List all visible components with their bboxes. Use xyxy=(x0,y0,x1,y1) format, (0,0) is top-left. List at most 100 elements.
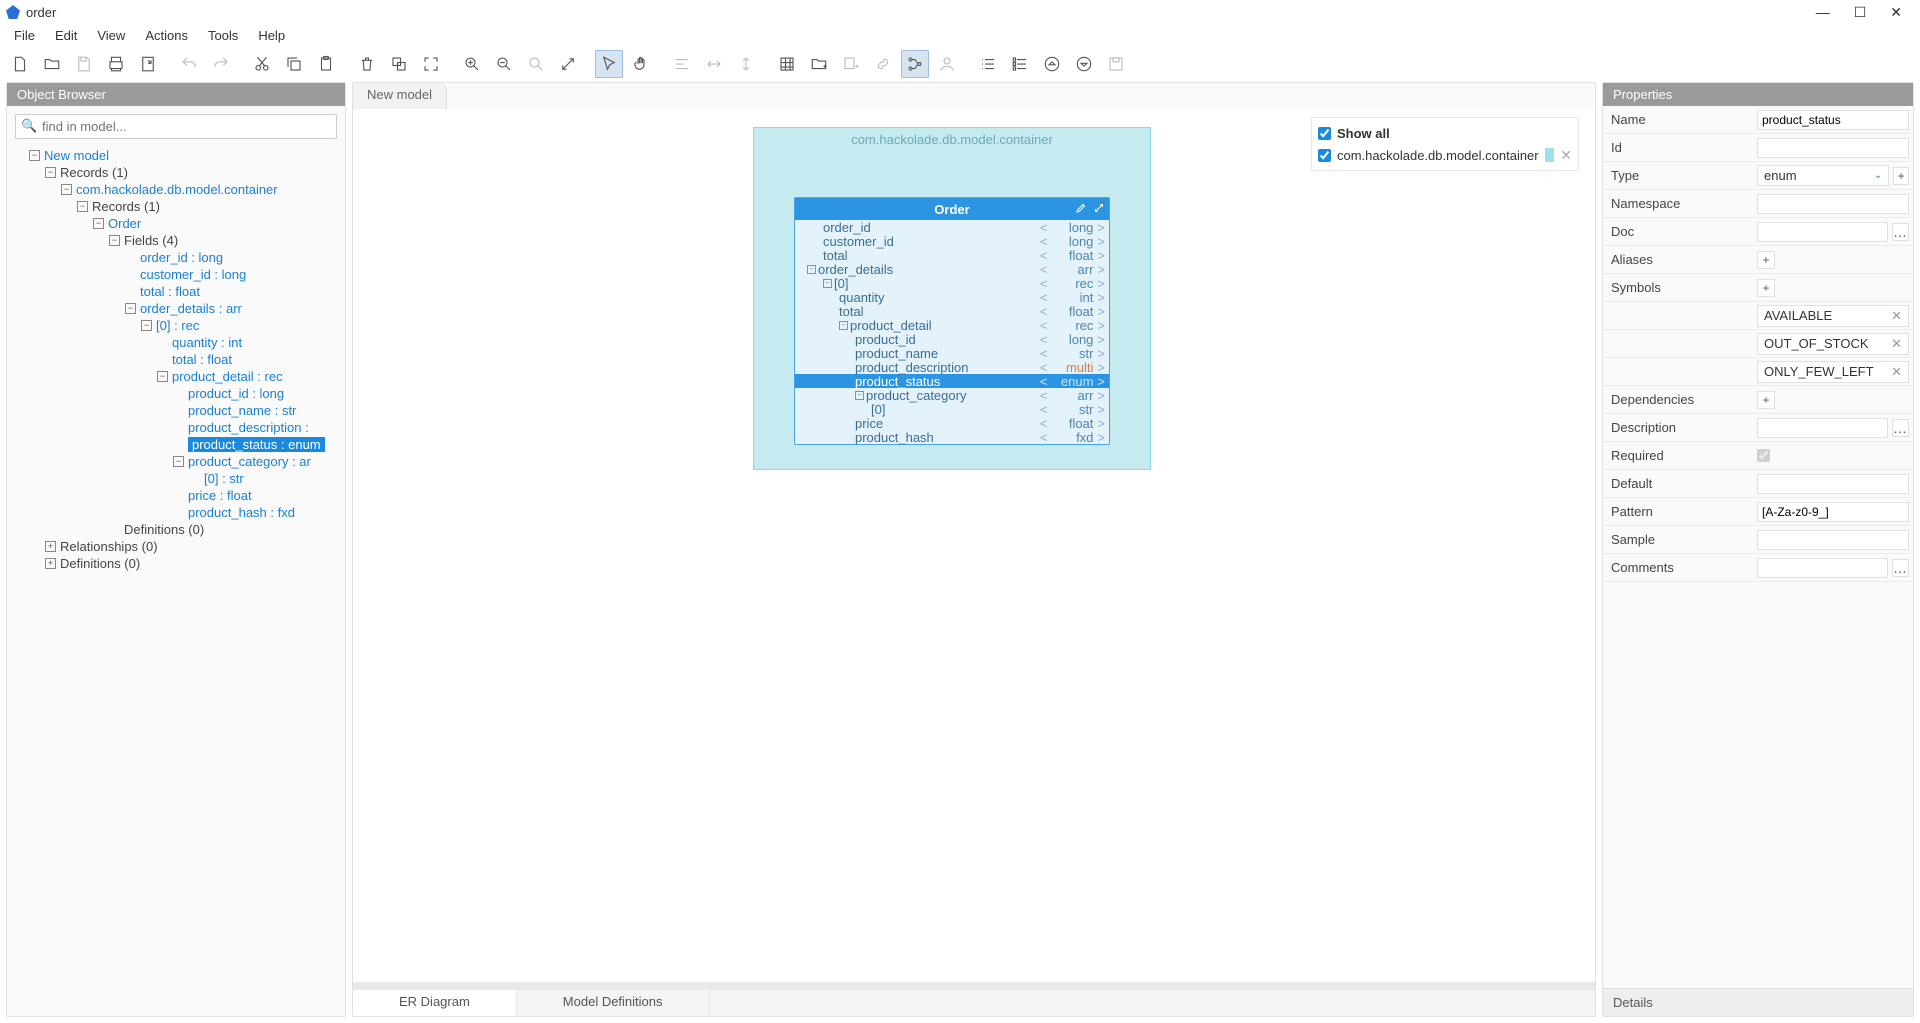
zoom-out-icon[interactable] xyxy=(490,50,518,78)
legend-remove-icon[interactable]: ✕ xyxy=(1560,147,1572,164)
tree-definitions[interactable]: Definitions (0) xyxy=(60,556,140,571)
entity-field-row[interactable]: total<float> xyxy=(795,248,1109,262)
entity-field-row[interactable]: −order_details<arr> xyxy=(795,262,1109,276)
tree-field[interactable]: order_id : long xyxy=(140,250,223,265)
legend-item-checkbox[interactable] xyxy=(1318,149,1331,162)
collapse-icon[interactable]: − xyxy=(855,391,864,400)
menu-view[interactable]: View xyxy=(87,26,135,45)
tree-toggle-icon[interactable]: − xyxy=(29,150,40,161)
tree-field[interactable]: order_details : arr xyxy=(140,301,242,316)
add-dependency-button[interactable]: + xyxy=(1757,391,1775,409)
entity-field-row[interactable]: product_name<str> xyxy=(795,346,1109,360)
properties-footer-tab[interactable]: Details xyxy=(1603,988,1913,1016)
tree-order[interactable]: Order xyxy=(108,216,141,231)
prop-doc-input[interactable] xyxy=(1757,222,1888,242)
pointer-tool-icon[interactable] xyxy=(595,50,623,78)
entity-field-row[interactable]: −[0]<rec> xyxy=(795,276,1109,290)
save-layout-icon[interactable] xyxy=(1102,50,1130,78)
entity-field-row[interactable]: customer_id<long> xyxy=(795,234,1109,248)
tree-field-selected[interactable]: product_status : enum xyxy=(188,437,325,452)
edit-icon[interactable] xyxy=(1075,202,1087,217)
expand-icon[interactable] xyxy=(554,50,582,78)
container-box[interactable]: com.hackolade.db.model.container Order o… xyxy=(753,127,1151,470)
add-symbol-button[interactable]: + xyxy=(1757,279,1775,297)
move-down-icon[interactable] xyxy=(1070,50,1098,78)
tree-field[interactable]: [0] : rec xyxy=(156,318,199,333)
description-more-button[interactable]: … xyxy=(1892,419,1909,437)
remove-icon[interactable]: ✕ xyxy=(1891,336,1902,352)
add-entity-icon[interactable] xyxy=(837,50,865,78)
grid-icon[interactable] xyxy=(773,50,801,78)
tree-toggle-icon[interactable]: − xyxy=(125,303,136,314)
tree-field[interactable]: product_name : str xyxy=(188,403,296,418)
link-icon[interactable] xyxy=(869,50,897,78)
entity-field-row[interactable]: product_id<long> xyxy=(795,332,1109,346)
tree-root[interactable]: New model xyxy=(44,148,109,163)
horizontal-scrollbar[interactable] xyxy=(353,982,1595,990)
entity-field-row[interactable]: product_hash<fxd> xyxy=(795,430,1109,444)
menu-tools[interactable]: Tools xyxy=(198,26,248,45)
entity-field-row[interactable]: quantity<int> xyxy=(795,290,1109,304)
relationship-icon[interactable] xyxy=(901,50,929,78)
symbol-item[interactable]: AVAILABLE✕ xyxy=(1757,305,1909,327)
paste-icon[interactable] xyxy=(312,50,340,78)
list-numbered-icon[interactable] xyxy=(1006,50,1034,78)
tree-toggle-icon[interactable]: − xyxy=(77,201,88,212)
entity-field-row[interactable]: product_description<multi> xyxy=(795,360,1109,374)
move-up-icon[interactable] xyxy=(1038,50,1066,78)
prop-default-input[interactable] xyxy=(1757,474,1909,494)
prop-comments-input[interactable] xyxy=(1757,558,1888,578)
tree-field[interactable]: total : float xyxy=(172,352,232,367)
expand-entity-icon[interactable] xyxy=(1093,202,1105,217)
redo-icon[interactable] xyxy=(207,50,235,78)
entity-field-row[interactable]: −product_category<arr> xyxy=(795,388,1109,402)
tree-toggle-icon[interactable]: − xyxy=(173,456,184,467)
remove-icon[interactable]: ✕ xyxy=(1891,308,1902,324)
prop-required-checkbox[interactable] xyxy=(1757,449,1770,462)
tree-toggle-icon[interactable]: + xyxy=(45,541,56,552)
delete-icon[interactable] xyxy=(353,50,381,78)
tree-relationships[interactable]: Relationships (0) xyxy=(60,539,158,554)
tree-field[interactable]: [0] : str xyxy=(204,471,244,486)
list-icon[interactable] xyxy=(974,50,1002,78)
new-file-icon[interactable] xyxy=(6,50,34,78)
prop-sample-input[interactable] xyxy=(1757,530,1909,550)
tree-field[interactable]: customer_id : long xyxy=(140,267,246,282)
entity-field-row[interactable]: price<float> xyxy=(795,416,1109,430)
copy-icon[interactable] xyxy=(280,50,308,78)
remove-icon[interactable]: ✕ xyxy=(1891,364,1902,380)
tree-toggle-icon[interactable]: − xyxy=(61,184,72,195)
entity-field-row[interactable]: total<float> xyxy=(795,304,1109,318)
entity-order[interactable]: Order order_id<long>customer_id<long>tot… xyxy=(794,197,1110,445)
tree-records2[interactable]: Records (1) xyxy=(92,199,160,214)
prop-type-select[interactable]: enum⌄ xyxy=(1757,165,1889,186)
window-minimize-icon[interactable]: — xyxy=(1816,4,1830,21)
open-folder-icon[interactable] xyxy=(38,50,66,78)
tree-records[interactable]: Records (1) xyxy=(60,165,128,180)
save-icon[interactable] xyxy=(70,50,98,78)
menu-help[interactable]: Help xyxy=(248,26,295,45)
entity-field-row[interactable]: order_id<long> xyxy=(795,220,1109,234)
entity-field-row[interactable]: −product_detail<rec> xyxy=(795,318,1109,332)
menu-edit[interactable]: Edit xyxy=(45,26,87,45)
add-container-icon[interactable] xyxy=(805,50,833,78)
tree-field[interactable]: price : float xyxy=(188,488,252,503)
menu-file[interactable]: File xyxy=(4,26,45,45)
tree-defs[interactable]: Definitions (0) xyxy=(124,522,204,537)
fit-screen-icon[interactable] xyxy=(417,50,445,78)
prop-name-input[interactable] xyxy=(1757,110,1909,130)
tree-field[interactable]: product_category : ar xyxy=(188,454,311,469)
hand-tool-icon[interactable] xyxy=(627,50,655,78)
distribute-h-icon[interactable] xyxy=(700,50,728,78)
tree-field[interactable]: product_hash : fxd xyxy=(188,505,295,520)
add-type-button[interactable]: + xyxy=(1893,167,1909,185)
print-icon[interactable] xyxy=(102,50,130,78)
tree-toggle-icon[interactable]: − xyxy=(93,218,104,229)
undo-icon[interactable] xyxy=(175,50,203,78)
entity-field-row[interactable]: [0]<str> xyxy=(795,402,1109,416)
cut-icon[interactable] xyxy=(248,50,276,78)
user-icon[interactable] xyxy=(933,50,961,78)
symbol-item[interactable]: ONLY_FEW_LEFT✕ xyxy=(1757,361,1909,383)
tab-er-diagram[interactable]: ER Diagram xyxy=(353,990,517,1016)
prop-description-input[interactable] xyxy=(1757,418,1888,438)
